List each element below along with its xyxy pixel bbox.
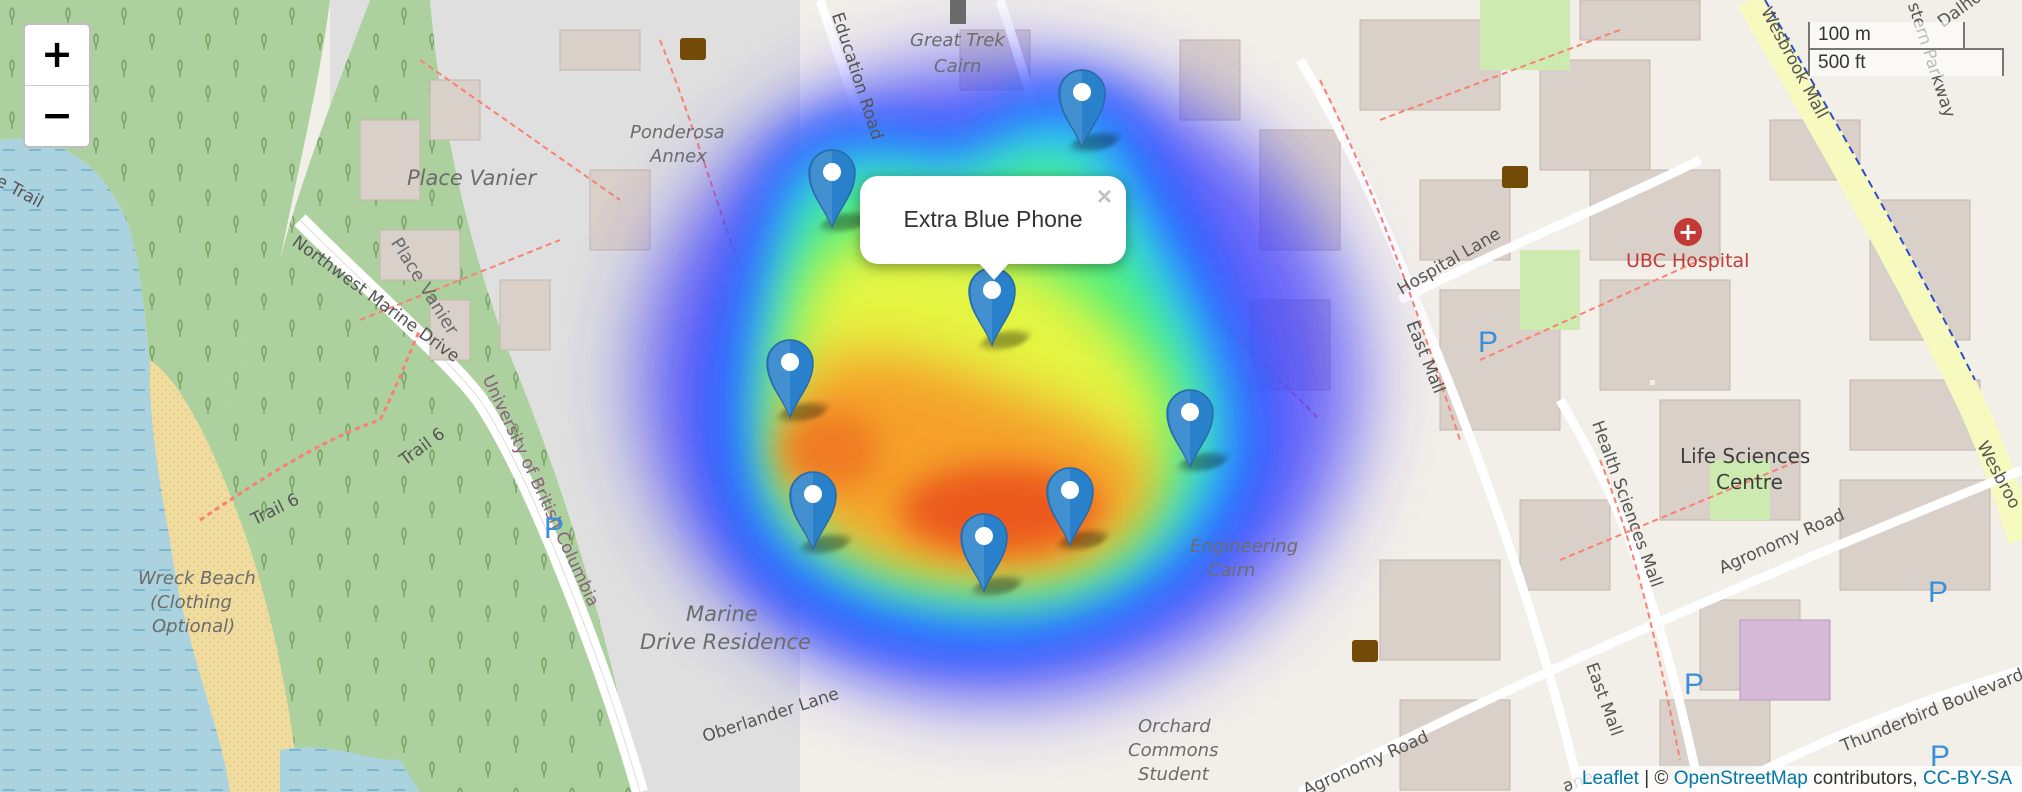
label-engineering: Engineering [1190,536,1298,557]
label-wreck-optional: Optional) [152,616,236,637]
zoom-control: + − [23,23,91,148]
parking-icon: P [1478,326,1499,359]
map-marker-icon[interactable] [959,510,1021,595]
label-life-sciences: Life Sciences [1680,444,1811,468]
map-marker-icon[interactable] [765,336,827,421]
map-marker-icon[interactable] [1045,464,1107,549]
scale-metric: 100 m [1808,22,1965,50]
map-marker-icon[interactable] [1165,386,1227,471]
attribution-contrib: contributors, [1807,768,1923,789]
label-ponderosa: Ponderosa [630,122,725,143]
library-icon [1502,166,1528,188]
parking-icon: P [1684,668,1705,701]
parking-icon: P [544,512,565,545]
attribution-sep: | © [1638,768,1674,789]
library-icon [680,38,706,60]
leaflet-link[interactable]: Leaflet [1582,768,1639,789]
monument-icon [950,0,966,24]
parking-icon: P [1928,576,1949,609]
hospital-icon: + [1674,218,1702,246]
popup-text: Extra Blue Phone [903,206,1083,232]
label-life-sciences-centre: Centre [1716,470,1783,494]
label-place-vanier: Place Vanier [407,166,537,190]
map-view[interactable]: Place Vanier Place Vanier Ponderosa Anne… [0,0,2022,792]
map-base-tiles [0,0,2022,792]
zoom-in-button[interactable]: + [25,25,89,85]
label-great-trek: Great Trek [910,30,1005,51]
marker-popup: Extra Blue Phone × [860,176,1126,280]
label-marine: Marine [686,602,758,626]
label-engineering-cairn: Cairn [1208,560,1256,581]
label-ubc-hospital: UBC Hospital [1626,250,1750,272]
scale-imperial: 500 ft [1808,48,2004,76]
osm-link[interactable]: OpenStreetMap [1674,768,1808,789]
map-marker-icon[interactable] [1057,66,1119,151]
attribution: Leaflet | © OpenStreetMap contributors, … [1571,766,2022,792]
label-marine-drive-residence: Drive Residence [640,630,811,654]
label-orchard: Orchard [1138,716,1211,737]
popup-tip [978,262,1010,280]
map-marker-icon[interactable] [788,468,850,553]
label-ponderosa-annex: Annex [650,146,707,167]
map-marker-icon[interactable] [807,146,869,231]
label-wreck-beach: Wreck Beach [138,568,256,589]
zoom-out-button[interactable]: − [25,85,89,146]
label-great-trek-cairn: Cairn [934,56,982,77]
label-wreck-clothing: (Clothing [150,592,232,613]
license-link[interactable]: CC-BY-SA [1923,768,2012,789]
popup-close-button[interactable]: × [1097,181,1112,212]
library-icon [1352,640,1378,662]
label-orchard-student: Student [1138,764,1209,785]
scale-control: 100 m 500 ft [1808,22,2004,76]
label-orchard-commons: Commons [1128,740,1219,761]
